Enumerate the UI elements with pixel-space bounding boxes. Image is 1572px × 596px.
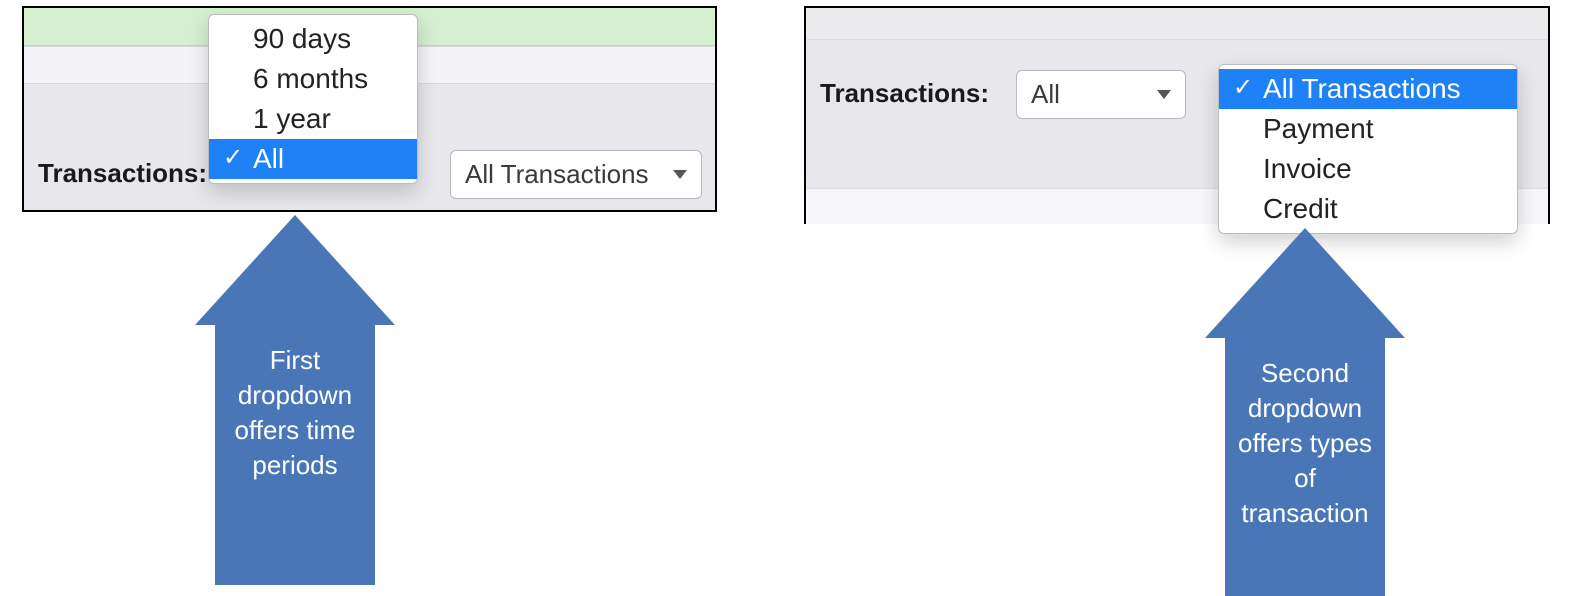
transactions-label: Transactions: bbox=[820, 78, 989, 109]
chevron-down-icon bbox=[673, 170, 687, 179]
arrow-up-icon bbox=[195, 215, 395, 325]
transactions-label: Transactions: bbox=[38, 158, 207, 189]
top-band bbox=[806, 8, 1548, 40]
transactions-row-left: Transactions: bbox=[38, 158, 207, 189]
time-period-dropdown-open[interactable]: 90 days 6 months 1 year All bbox=[208, 14, 418, 184]
type-option-payment[interactable]: Payment bbox=[1219, 109, 1517, 149]
time-period-select-closed[interactable]: All bbox=[1016, 70, 1186, 119]
screenshot-left: Transactions: 90 days 6 months 1 year Al… bbox=[22, 6, 717, 212]
time-period-selected-value: All bbox=[1031, 79, 1060, 110]
annotation-text-right: Second dropdown offers types of transact… bbox=[1225, 338, 1385, 596]
time-option-90-days[interactable]: 90 days bbox=[209, 19, 417, 59]
screenshot-right: Transactions: All All Transactions Payme… bbox=[804, 6, 1550, 224]
annotation-arrow-left: First dropdown offers time periods bbox=[195, 215, 395, 585]
transactions-row-right: Transactions: bbox=[820, 78, 989, 109]
transaction-type-selected-value: All Transactions bbox=[465, 159, 649, 190]
annotation-text-left: First dropdown offers time periods bbox=[215, 325, 375, 585]
time-option-all[interactable]: All bbox=[209, 139, 417, 179]
type-option-all-transactions[interactable]: All Transactions bbox=[1219, 69, 1517, 109]
time-option-1-year[interactable]: 1 year bbox=[209, 99, 417, 139]
chevron-down-icon bbox=[1157, 90, 1171, 99]
transaction-type-dropdown-open[interactable]: All Transactions Payment Invoice Credit bbox=[1218, 64, 1518, 234]
transaction-type-select-closed[interactable]: All Transactions bbox=[450, 150, 702, 199]
annotation-arrow-right: Second dropdown offers types of transact… bbox=[1205, 228, 1405, 596]
type-option-credit[interactable]: Credit bbox=[1219, 189, 1517, 229]
time-option-6-months[interactable]: 6 months bbox=[209, 59, 417, 99]
arrow-up-icon bbox=[1205, 228, 1405, 338]
type-option-invoice[interactable]: Invoice bbox=[1219, 149, 1517, 189]
